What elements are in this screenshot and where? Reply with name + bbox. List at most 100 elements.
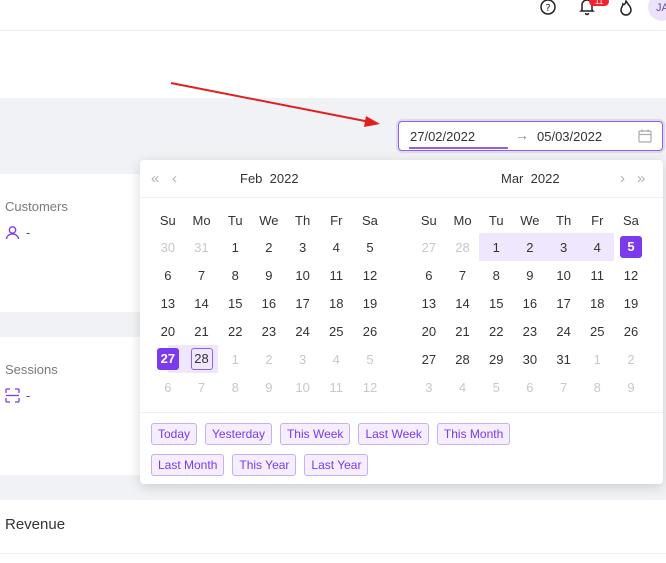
calendar-day[interactable]: 16 <box>252 289 286 317</box>
preset-last-year[interactable]: Last Year <box>304 454 369 476</box>
calendar-day[interactable]: 1 <box>218 345 252 373</box>
calendar-day[interactable]: 24 <box>547 317 581 345</box>
calendar-day[interactable]: 27 <box>412 345 446 373</box>
preset-today[interactable]: Today <box>151 423 198 445</box>
calendar-day[interactable]: 30 <box>151 233 185 261</box>
calendar-day[interactable]: 7 <box>185 261 219 289</box>
range-end-input[interactable]: 05/03/2022 <box>537 129 602 144</box>
calendar-day[interactable]: 3 <box>546 233 581 261</box>
preset-yesterday[interactable]: Yesterday <box>205 423 272 445</box>
calendar-day[interactable]: 12 <box>353 373 387 401</box>
calendar-day[interactable]: 31 <box>185 233 219 261</box>
calendar-day[interactable]: 13 <box>412 289 446 317</box>
right-month-title[interactable]: Mar 2022 <box>501 171 560 186</box>
calendar-day[interactable]: 2 <box>252 233 286 261</box>
calendar-day[interactable]: 4 <box>580 233 615 261</box>
preset-this-week[interactable]: This Week <box>279 423 351 445</box>
calendar-day[interactable]: 10 <box>286 373 320 401</box>
right-month-label[interactable]: Mar <box>501 171 523 186</box>
calendar-day[interactable]: 26 <box>614 317 648 345</box>
calendar-day[interactable]: 20 <box>412 317 446 345</box>
right-year-label[interactable]: 2022 <box>531 171 560 186</box>
calendar-day[interactable]: 6 <box>412 261 446 289</box>
calendar-day[interactable]: 4 <box>319 345 353 373</box>
calendar-day[interactable]: 8 <box>580 373 614 401</box>
preset-last-week[interactable]: Last Week <box>358 423 429 445</box>
calendar-day[interactable]: 7 <box>446 261 480 289</box>
calendar-day[interactable]: 3 <box>286 345 320 373</box>
calendar-day[interactable]: 2 <box>513 233 547 261</box>
calendar-day[interactable]: 1 <box>580 345 614 373</box>
calendar-day[interactable]: 23 <box>513 317 547 345</box>
calendar-day[interactable]: 18 <box>319 289 353 317</box>
calendar-day[interactable]: 29 <box>479 345 513 373</box>
range-start-input[interactable]: 27/02/2022 <box>410 129 475 144</box>
calendar-day[interactable]: 4 <box>446 373 480 401</box>
calendar-day[interactable]: 15 <box>479 289 513 317</box>
range-end-day[interactable]: 5 <box>614 233 648 261</box>
prev-month-button[interactable]: ‹ <box>172 170 177 187</box>
calendar-day[interactable]: 2 <box>614 345 648 373</box>
calendar-day[interactable]: 1 <box>479 233 514 261</box>
calendar-day[interactable]: 22 <box>218 317 252 345</box>
calendar-day[interactable]: 5 <box>479 373 513 401</box>
fire-icon[interactable] <box>617 0 635 17</box>
calendar-day[interactable]: 1 <box>218 233 252 261</box>
calendar-day[interactable]: 10 <box>547 261 581 289</box>
calendar-day[interactable]: 25 <box>580 317 614 345</box>
avatar[interactable]: JA <box>648 0 666 21</box>
preset-this-year[interactable]: This Year <box>232 454 297 476</box>
calendar-day[interactable]: 24 <box>286 317 320 345</box>
calendar-day[interactable]: 14 <box>185 289 219 317</box>
calendar-day[interactable]: 17 <box>286 289 320 317</box>
calendar-day[interactable]: 6 <box>151 261 185 289</box>
calendar-day[interactable]: 5 <box>353 345 387 373</box>
calendar-day[interactable]: 28 <box>446 345 480 373</box>
calendar-day[interactable]: 28 <box>446 233 480 261</box>
date-range-picker[interactable]: 27/02/2022 → 05/03/2022 <box>398 121 663 151</box>
today-day[interactable]: 28 <box>184 345 219 373</box>
calendar-day[interactable]: 8 <box>218 373 252 401</box>
calendar-day[interactable]: 5 <box>353 233 387 261</box>
calendar-day[interactable]: 20 <box>151 317 185 345</box>
calendar-day[interactable]: 3 <box>286 233 320 261</box>
calendar-day[interactable]: 14 <box>446 289 480 317</box>
range-start-day[interactable]: 27 <box>151 345 185 373</box>
calendar-day[interactable]: 9 <box>252 373 286 401</box>
left-month-label[interactable]: Feb <box>240 171 262 186</box>
calendar-day[interactable]: 16 <box>513 289 547 317</box>
super-next-button[interactable]: » <box>637 170 645 187</box>
calendar-day[interactable]: 11 <box>319 373 353 401</box>
calendar-day[interactable]: 19 <box>353 289 387 317</box>
calendar-day[interactable]: 21 <box>446 317 480 345</box>
calendar-day[interactable]: 4 <box>319 233 353 261</box>
left-year-label[interactable]: 2022 <box>270 171 299 186</box>
calendar-day[interactable]: 22 <box>479 317 513 345</box>
preset-last-month[interactable]: Last Month <box>151 454 225 476</box>
calendar-day[interactable]: 8 <box>218 261 252 289</box>
super-prev-button[interactable]: « <box>151 170 159 187</box>
calendar-day[interactable]: 25 <box>319 317 353 345</box>
calendar-day[interactable]: 9 <box>252 261 286 289</box>
calendar-day[interactable]: 8 <box>479 261 513 289</box>
calendar-day[interactable]: 23 <box>252 317 286 345</box>
calendar-day[interactable]: 9 <box>614 373 648 401</box>
calendar-day[interactable]: 19 <box>614 289 648 317</box>
calendar-day[interactable]: 7 <box>185 373 219 401</box>
calendar-day[interactable]: 9 <box>513 261 547 289</box>
calendar-day[interactable]: 7 <box>547 373 581 401</box>
calendar-day[interactable]: 15 <box>218 289 252 317</box>
left-month-title[interactable]: Feb 2022 <box>240 171 299 186</box>
calendar-day[interactable]: 31 <box>547 345 581 373</box>
calendar-day[interactable]: 2 <box>252 345 286 373</box>
help-circle-icon[interactable]: ? <box>539 0 557 18</box>
calendar-day[interactable]: 17 <box>547 289 581 317</box>
calendar-day[interactable]: 11 <box>580 261 614 289</box>
next-month-button[interactable]: › <box>620 170 625 187</box>
calendar-day[interactable]: 12 <box>353 261 387 289</box>
calendar-day[interactable]: 12 <box>614 261 648 289</box>
calendar-day[interactable]: 21 <box>185 317 219 345</box>
calendar-day[interactable]: 27 <box>412 233 446 261</box>
calendar-day[interactable]: 10 <box>286 261 320 289</box>
calendar-day[interactable]: 18 <box>580 289 614 317</box>
